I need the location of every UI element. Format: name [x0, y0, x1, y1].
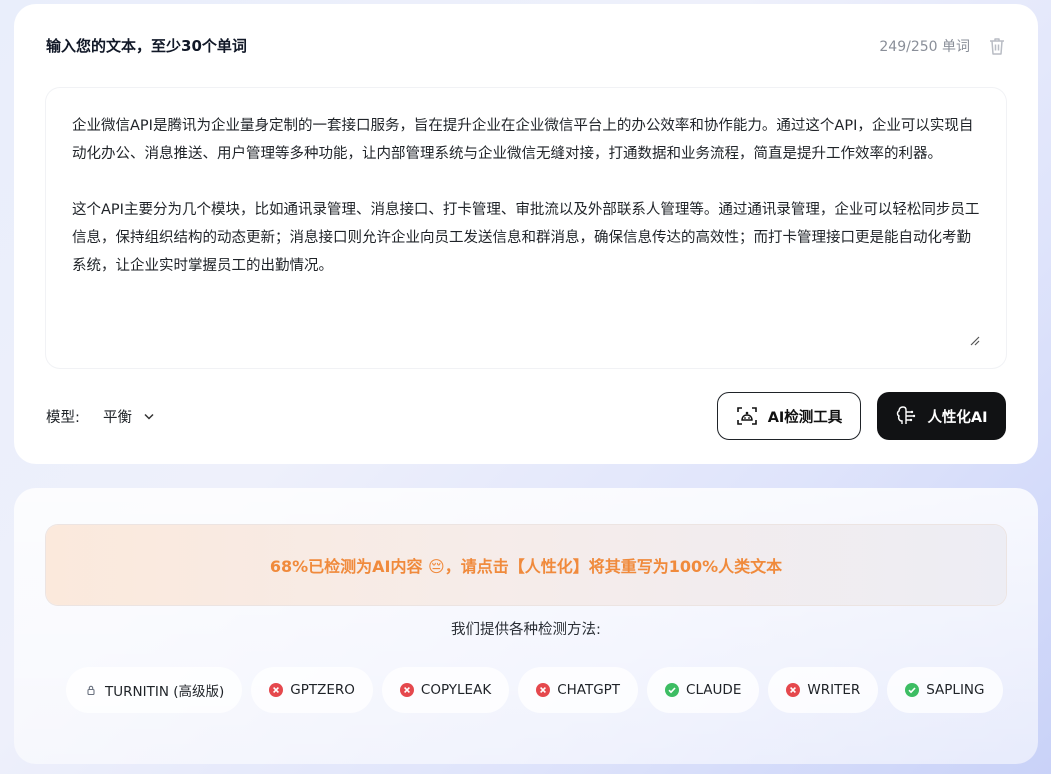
model-select[interactable]: 平衡 — [103, 406, 154, 427]
chevron-down-icon — [144, 413, 154, 420]
detection-methods-list: TURNITIN (高级版) GPTZERO COPYLEAK CHATGPT — [66, 667, 1003, 713]
method-chatgpt[interactable]: CHATGPT — [518, 667, 639, 713]
x-circle-icon — [269, 683, 284, 697]
ai-detect-button[interactable]: AI检测工具 — [717, 392, 861, 440]
method-label: WRITER — [807, 682, 861, 698]
input-title: 输入您的文本，至少30个单词 — [46, 37, 247, 55]
brain-icon — [897, 406, 916, 424]
alert-text: 68%已检测为AI内容 😔，请点击【人性化】将其重写为100%人类文本 — [269, 557, 783, 576]
humanize-button[interactable]: 人性化AI — [877, 392, 1006, 440]
resize-handle-icon[interactable] — [968, 334, 980, 346]
method-writer[interactable]: WRITER — [768, 667, 879, 713]
methods-label: 我们提供各种检测方法: — [451, 622, 601, 638]
check-circle-icon — [905, 683, 920, 697]
model-value: 平衡 — [103, 410, 132, 426]
method-claude[interactable]: CLAUDE — [647, 667, 760, 713]
result-card: 68%已检测为AI内容 😔，请点击【人性化】将其重写为100%人类文本 我们提供… — [14, 488, 1038, 764]
text-input-area[interactable]: 企业微信API是腾讯为企业量身定制的一套接口服务，旨在提升企业在企业微信平台上的… — [46, 88, 1006, 368]
word-count: 249/250 单词 — [879, 39, 970, 55]
ai-detect-label: AI检测工具 — [767, 409, 843, 426]
method-label: CLAUDE — [686, 682, 742, 698]
humanize-label: 人性化AI — [927, 409, 988, 426]
text-paragraph-1: 企业微信API是腾讯为企业量身定制的一套接口服务，旨在提升企业在企业微信平台上的… — [72, 118, 974, 162]
input-card: 输入您的文本，至少30个单词 249/250 单词 企业微信API是腾讯为企业量… — [14, 4, 1038, 464]
method-sapling[interactable]: SAPLING — [887, 667, 1003, 713]
model-label: 模型: — [46, 410, 80, 426]
method-label: TURNITIN (高级版) — [105, 684, 225, 700]
ai-detection-alert: 68%已检测为AI内容 😔，请点击【人性化】将其重写为100%人类文本 — [46, 525, 1006, 605]
method-label: GPTZERO — [290, 682, 355, 698]
method-gptzero[interactable]: GPTZERO — [251, 667, 373, 713]
lock-icon — [87, 685, 95, 696]
text-paragraph-2: 这个API主要分为几个模块，比如通讯录管理、消息接口、打卡管理、审批流以及外部联… — [72, 202, 980, 274]
method-copyleak[interactable]: COPYLEAK — [381, 667, 510, 713]
method-label: COPYLEAK — [420, 682, 492, 698]
ai-scan-icon — [736, 407, 757, 425]
x-circle-icon — [399, 683, 414, 697]
method-label: SAPLING — [926, 682, 985, 698]
method-label: CHATGPT — [557, 682, 621, 698]
trash-icon[interactable] — [988, 36, 1006, 56]
x-circle-icon — [786, 683, 801, 697]
method-turnitin[interactable]: TURNITIN (高级版) — [66, 667, 243, 713]
check-circle-icon — [665, 683, 680, 697]
x-circle-icon — [536, 683, 551, 697]
